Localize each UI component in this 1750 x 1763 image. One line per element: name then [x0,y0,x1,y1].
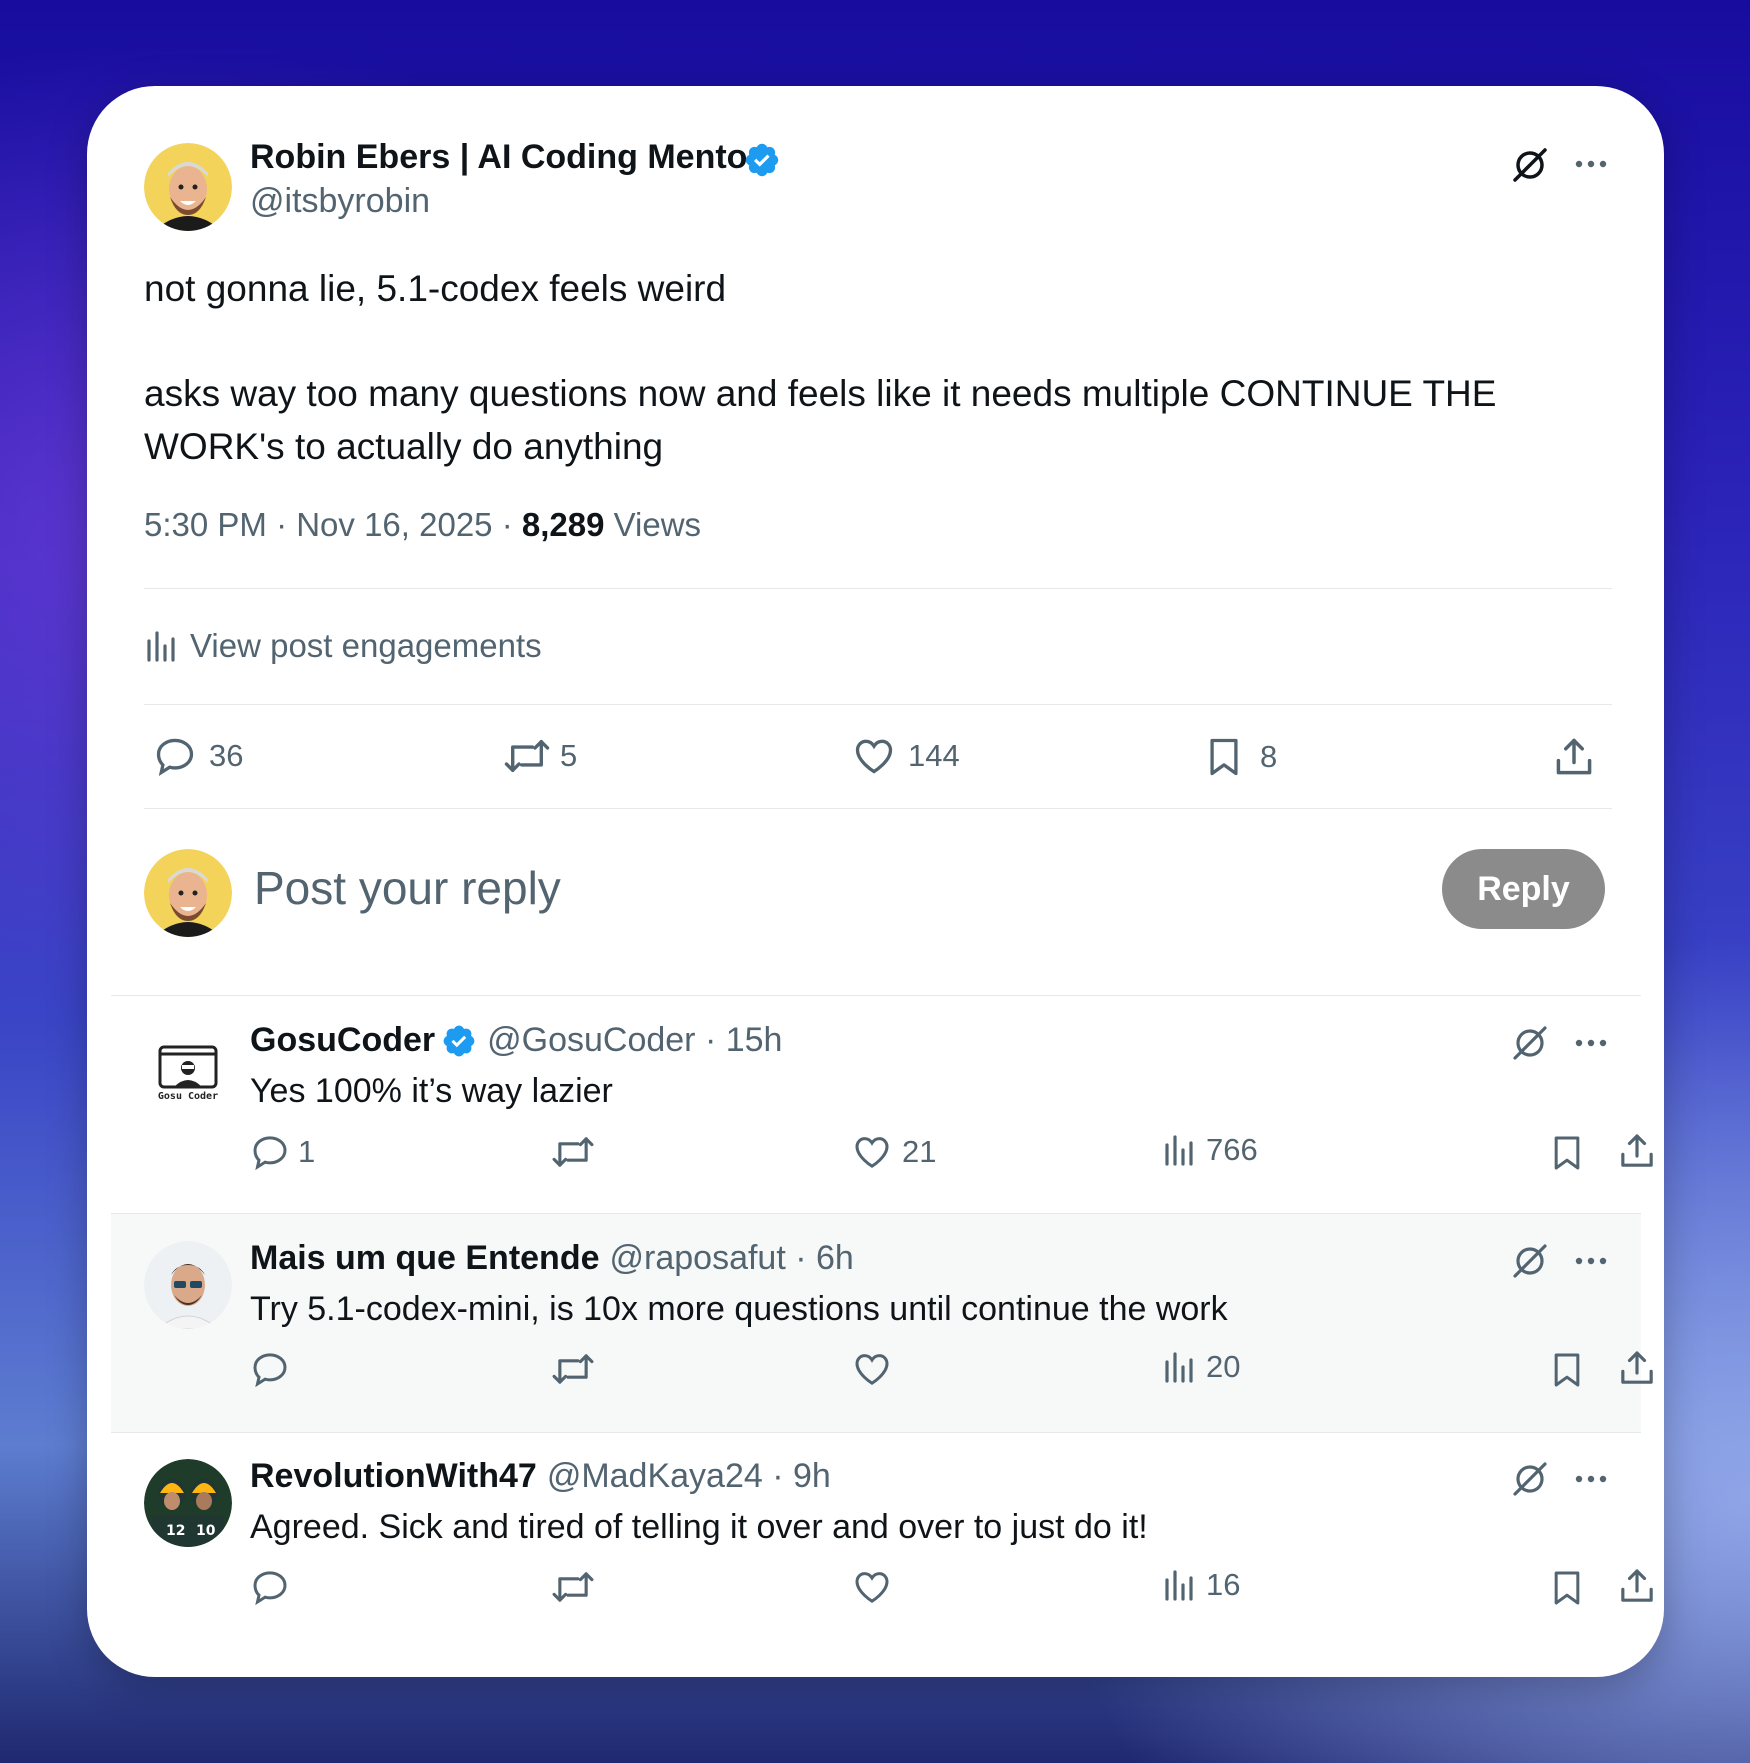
post-text-line-2: asks way too many questions now and feel… [144,373,1497,414]
views-count: 16 [1206,1567,1241,1602]
more-options-icon[interactable] [1574,1037,1608,1049]
like-icon [852,734,896,778]
analytics-icon [1162,1349,1196,1385]
grok-icon[interactable] [1510,145,1550,185]
grok-icon[interactable] [1510,1023,1550,1063]
verified-badge-icon [441,1023,477,1059]
reply-handle-time[interactable]: @GosuCoder · 15h [487,1021,782,1060]
analytics-icon [144,629,178,663]
author-name[interactable]: Robin Ebers | AI Coding Mentor [250,138,761,177]
reply-avatar[interactable]: Gosu Coder [144,1029,232,1117]
post-card: Robin Ebers | AI Coding Mentor @itsbyrob… [87,86,1664,1677]
like-action[interactable]: 144 [852,734,960,778]
reply-text: Yes 100% it’s way lazier [250,1072,613,1110]
repost-icon[interactable] [550,1567,596,1607]
verified-badge-icon [743,141,781,179]
bookmark-action[interactable]: 8 [1202,734,1277,780]
reply-button[interactable]: Reply [1442,849,1605,929]
share-icon[interactable] [1617,1347,1657,1389]
repost-icon[interactable] [550,1132,596,1172]
reply-avatar[interactable] [144,1241,232,1329]
share-icon[interactable] [1617,1565,1657,1607]
like-action[interactable]: 21 [852,1132,936,1172]
divider [144,704,1612,705]
view-engagements-label: View post engagements [190,627,542,664]
author-handle[interactable]: @itsbyrobin [250,182,430,221]
bookmark-icon[interactable] [1547,1567,1587,1609]
reply-input[interactable]: Post your reply [254,861,561,915]
views-action[interactable]: 20 [1162,1349,1240,1385]
post-meta: 5:30 PM · Nov 16, 2025 · 8,289 Views [144,506,701,544]
share-icon[interactable] [1552,735,1596,779]
reply-icon [250,1132,290,1172]
post-timestamp[interactable]: 5:30 PM · Nov 16, 2025 · [144,506,522,543]
like-count: 144 [908,738,960,773]
reply-author-name[interactable]: Mais um que Entende [250,1239,600,1278]
divider [144,588,1612,589]
reply-icon[interactable] [250,1567,290,1607]
bookmark-icon [1202,734,1246,780]
like-icon[interactable] [852,1567,892,1607]
bookmark-icon[interactable] [1547,1349,1587,1391]
views-action[interactable]: 16 [1162,1567,1240,1603]
views-count: 766 [1206,1132,1258,1167]
reply-author-name[interactable]: GosuCoder [250,1021,435,1060]
reply-icon[interactable] [250,1349,290,1389]
more-options-icon[interactable] [1574,158,1608,170]
reply-action[interactable]: 1 [250,1132,315,1172]
svg-text:12: 12 [166,1523,185,1539]
repost-icon[interactable] [550,1349,596,1389]
grok-icon[interactable] [1510,1241,1550,1281]
more-options-icon[interactable] [1574,1473,1608,1485]
post-text-line-3: WORK's to actually do anything [144,426,664,467]
reply-icon [153,734,197,778]
grok-icon[interactable] [1510,1459,1550,1499]
reply-text: Try 5.1-codex-mini, is 10x more question… [250,1290,1228,1328]
reply-action[interactable]: 36 [153,734,243,778]
analytics-icon [1162,1567,1196,1603]
svg-text:10: 10 [196,1523,216,1539]
like-icon[interactable] [852,1349,892,1389]
reply-handle-time[interactable]: @MadKaya24 · 9h [547,1457,831,1496]
bookmark-count: 8 [1260,739,1278,774]
reply-avatar[interactable]: 12 10 [144,1459,232,1547]
more-options-icon[interactable] [1574,1255,1608,1267]
composer-avatar [144,849,232,937]
share-icon[interactable] [1617,1130,1657,1172]
reply-author-name[interactable]: RevolutionWith47 [250,1457,537,1496]
divider [111,1432,1641,1433]
reply-handle-time[interactable]: @raposafut · 6h [610,1239,854,1278]
divider [144,808,1612,809]
views-label: Views [604,506,702,543]
reply-header: RevolutionWith47 @MadKaya24 · 9h [250,1457,831,1496]
reply-header: Mais um que Entende @raposafut · 6h [250,1239,854,1278]
view-engagements-link[interactable]: View post engagements [144,627,542,665]
reply-text: Agreed. Sick and tired of telling it ove… [250,1508,1148,1546]
post-text-line-1: not gonna lie, 5.1-codex feels weird [144,268,727,309]
repost-action[interactable]: 5 [502,734,577,778]
reply-count: 36 [209,738,244,773]
reply-count: 1 [298,1134,316,1169]
like-count: 21 [902,1134,937,1169]
views-count: 20 [1206,1349,1241,1384]
author-avatar[interactable] [144,143,232,231]
reply-header: GosuCoder @GosuCoder · 15h [250,1021,782,1060]
repost-icon [502,734,552,778]
analytics-icon [1162,1132,1196,1168]
repost-count: 5 [560,738,578,773]
views-count: 8,289 [521,506,605,543]
divider [111,995,1641,996]
like-icon [852,1132,892,1172]
bookmark-icon[interactable] [1547,1132,1587,1174]
avatar-logo-text: Gosu Coder [157,1091,219,1102]
views-action[interactable]: 766 [1162,1132,1258,1168]
